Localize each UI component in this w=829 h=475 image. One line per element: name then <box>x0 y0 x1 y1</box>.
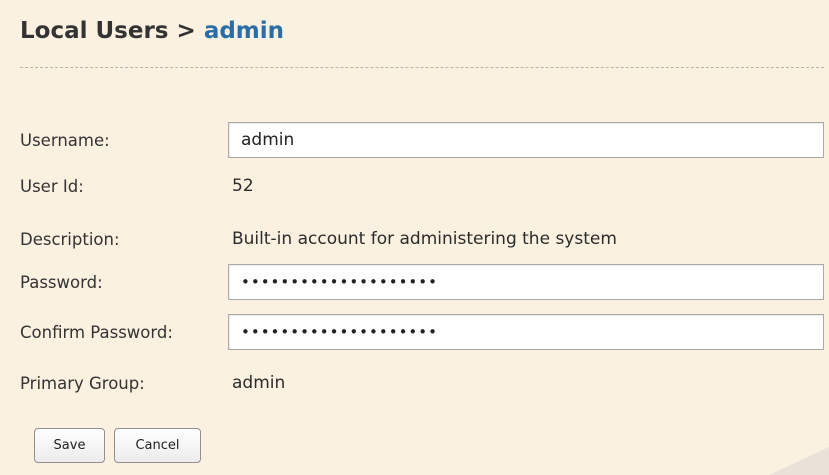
title-divider <box>20 67 824 68</box>
user-id-row: User Id: 52 <box>20 168 826 206</box>
username-label: Username: <box>20 131 110 150</box>
primary-group-row: Primary Group: admin <box>20 365 826 403</box>
primary-group-label: Primary Group: <box>20 374 145 393</box>
user-edit-panel: Local Users > admin Username: User Id: 5… <box>0 0 829 475</box>
password-input[interactable] <box>228 264 824 300</box>
cancel-button[interactable]: Cancel <box>114 428 201 463</box>
username-row: Username: <box>20 122 826 160</box>
confirm-password-input[interactable] <box>228 314 824 350</box>
page-corner-shading <box>769 447 829 475</box>
primary-group-value: admin <box>232 373 286 393</box>
password-row: Password: <box>20 264 826 302</box>
password-label: Password: <box>20 273 103 292</box>
username-input[interactable] <box>228 122 824 158</box>
confirm-password-row: Confirm Password: <box>20 314 826 352</box>
confirm-password-label: Confirm Password: <box>20 323 173 342</box>
description-value: Built-in account for administering the s… <box>232 229 617 249</box>
description-label: Description: <box>20 230 120 249</box>
description-row: Description: Built-in account for admini… <box>20 221 826 259</box>
user-id-value: 52 <box>232 176 254 196</box>
breadcrumb-separator: > <box>168 18 204 44</box>
breadcrumb-section[interactable]: Local Users <box>20 18 169 44</box>
user-id-label: User Id: <box>20 177 84 196</box>
page-title: Local Users > admin <box>20 18 284 44</box>
save-button[interactable]: Save <box>34 428 105 463</box>
breadcrumb-current: admin <box>203 18 285 44</box>
